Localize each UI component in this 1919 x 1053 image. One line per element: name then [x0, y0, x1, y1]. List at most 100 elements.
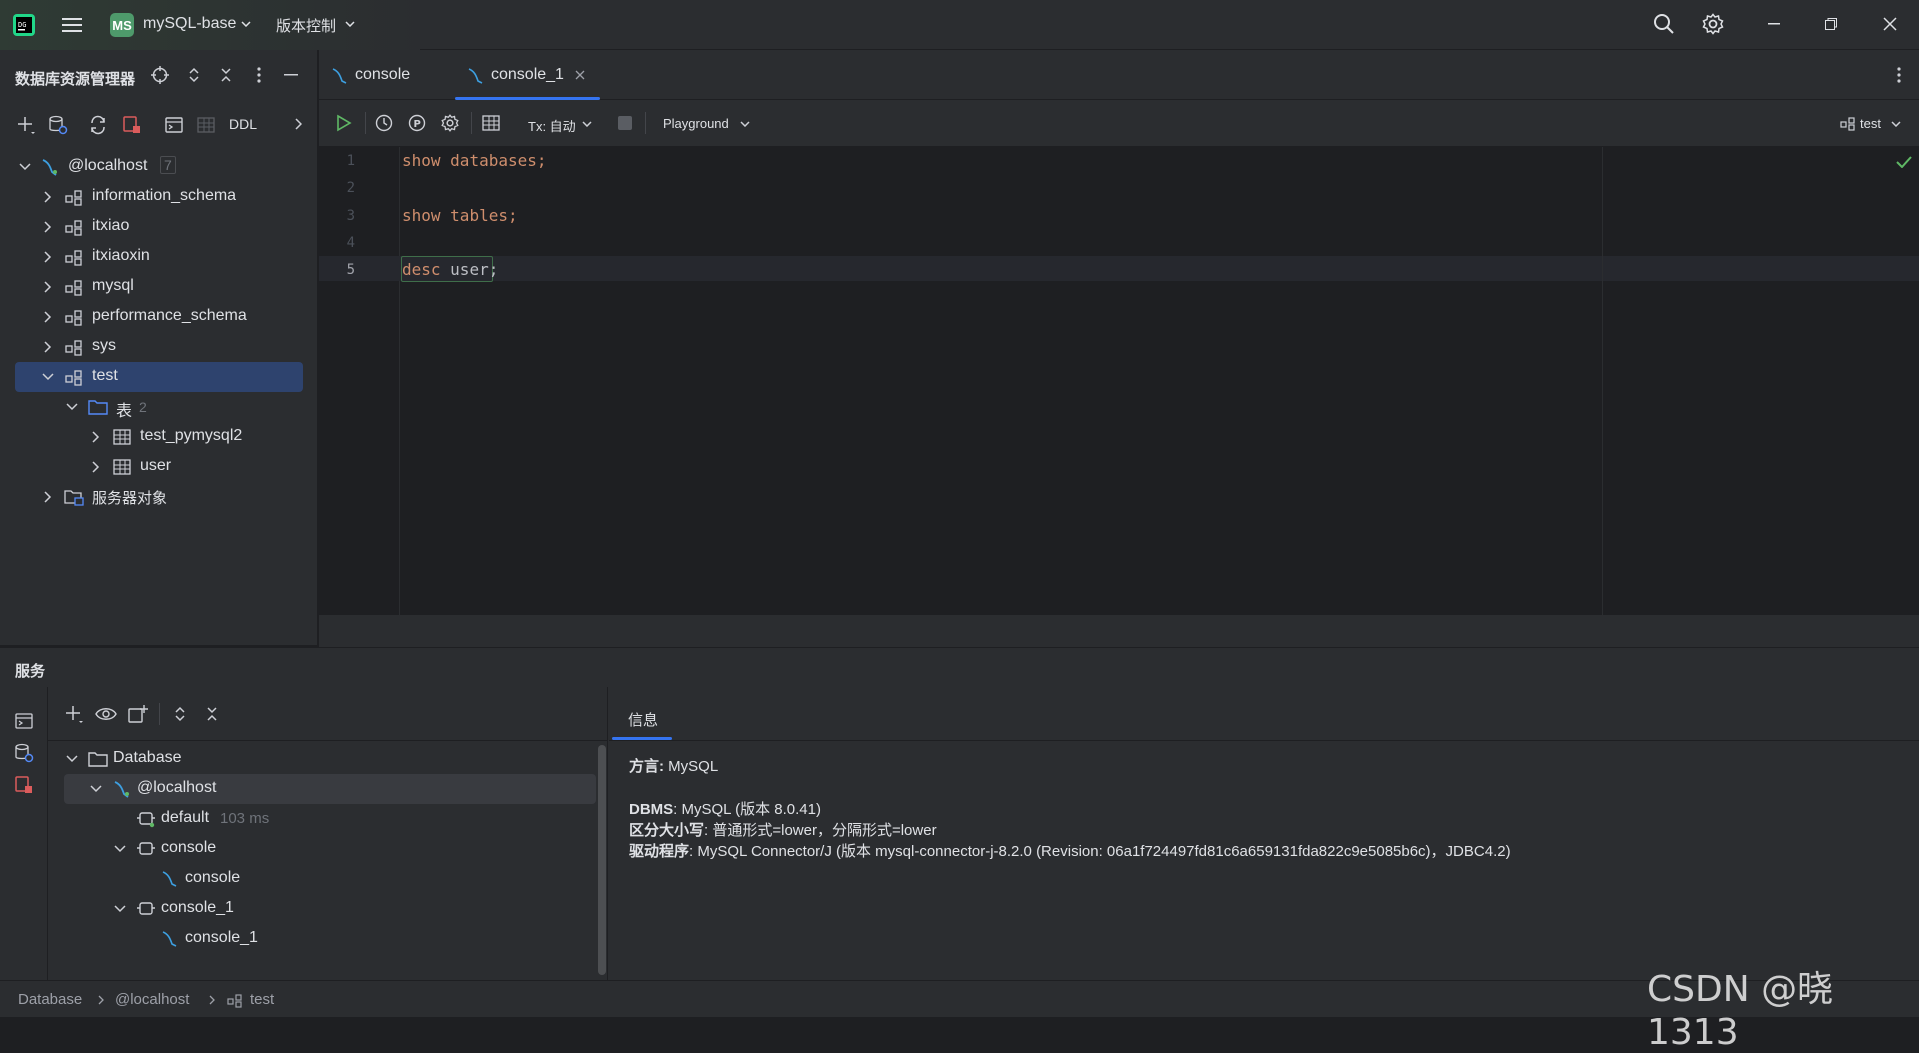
- service-item-localhost[interactable]: @localhost: [48, 774, 598, 804]
- service-item-console[interactable]: console: [48, 864, 598, 894]
- tree-item-tables-folder[interactable]: 表 2: [0, 392, 318, 422]
- hide-panel-icon[interactable]: [281, 65, 301, 85]
- tree-item-schema[interactable]: itxiao: [0, 212, 318, 242]
- table-view-icon[interactable]: [481, 113, 501, 133]
- chevron-down-icon[interactable]: [90, 783, 102, 795]
- schema-selector[interactable]: test: [1860, 116, 1881, 131]
- chevron-right-icon[interactable]: [42, 221, 54, 233]
- chevron-down-icon[interactable]: [739, 118, 751, 130]
- tree-item-schema[interactable]: performance_schema: [0, 302, 318, 332]
- tree-item-schema[interactable]: information_schema: [0, 182, 318, 212]
- project-badge[interactable]: MS: [110, 13, 134, 37]
- chevron-down-icon[interactable]: [1890, 118, 1902, 130]
- chevron-right-icon[interactable]: [42, 491, 54, 503]
- chevron-down-icon[interactable]: [344, 18, 356, 30]
- service-item-session[interactable]: console: [48, 834, 598, 864]
- close-icon[interactable]: [1880, 14, 1900, 34]
- tree-item-server-objects[interactable]: 服务器对象: [0, 482, 318, 512]
- disconnect-icon[interactable]: [120, 113, 144, 137]
- chevron-down-icon[interactable]: [66, 401, 78, 413]
- datasource-properties-icon[interactable]: [46, 113, 70, 137]
- console-icon: [160, 869, 180, 889]
- scrollbar[interactable]: [598, 745, 606, 975]
- tree-item-schema[interactable]: sys: [0, 332, 318, 362]
- settings-gear-icon[interactable]: [440, 113, 460, 133]
- tree-item-localhost[interactable]: @localhost 7: [0, 152, 318, 182]
- main-menu-icon[interactable]: [60, 13, 84, 37]
- line-number: 1: [346, 153, 355, 169]
- tree-item-schema-selected[interactable]: test: [0, 362, 318, 392]
- service-item-session[interactable]: console_1: [48, 894, 598, 924]
- chevron-right-icon[interactable]: [42, 251, 54, 263]
- chevron-down-icon[interactable]: [66, 753, 78, 765]
- chevron-right-icon[interactable]: [42, 281, 54, 293]
- session-icon: [136, 809, 156, 829]
- ddl-button[interactable]: DDL: [229, 116, 257, 132]
- collapse-all-icon[interactable]: [216, 65, 236, 85]
- eye-icon[interactable]: [94, 702, 118, 726]
- active-tab-indicator: [612, 737, 672, 740]
- service-item-database[interactable]: Database: [48, 744, 598, 774]
- restore-icon[interactable]: [1821, 14, 1841, 34]
- settings-gear-icon[interactable]: [1701, 12, 1725, 36]
- datasource-properties-icon[interactable]: [14, 743, 34, 763]
- new-tab-icon[interactable]: [126, 702, 150, 726]
- jump-to-console-icon[interactable]: [162, 113, 186, 137]
- line-number: 4: [346, 235, 355, 251]
- chevron-down-icon[interactable]: [19, 161, 31, 173]
- chevron-down-icon[interactable]: [581, 118, 593, 130]
- transaction-mode-dropdown[interactable]: Tx: 自动: [528, 116, 576, 135]
- tab-console-1[interactable]: console_1: [455, 50, 600, 100]
- chevron-right-icon[interactable]: [290, 116, 306, 132]
- locate-icon[interactable]: [150, 65, 170, 85]
- explain-plan-icon[interactable]: P: [407, 113, 427, 133]
- history-icon[interactable]: [374, 113, 394, 133]
- project-name[interactable]: mySQL-base: [143, 15, 236, 33]
- more-options-icon[interactable]: [1889, 65, 1909, 85]
- service-item-session[interactable]: default 103 ms: [48, 804, 598, 834]
- add-icon[interactable]: [14, 113, 38, 137]
- breadcrumb-item[interactable]: test: [250, 991, 274, 1008]
- collapse-all-icon[interactable]: [202, 704, 222, 724]
- chevron-down-icon[interactable]: [240, 18, 252, 30]
- tree-item-schema[interactable]: mysql: [0, 272, 318, 302]
- tree-item-table[interactable]: test_pymysql2: [0, 422, 318, 452]
- chevron-right-icon[interactable]: [42, 341, 54, 353]
- chevron-down-icon[interactable]: [42, 371, 54, 383]
- search-icon[interactable]: [1652, 12, 1676, 36]
- services-title: 服务: [15, 663, 46, 680]
- expand-all-icon[interactable]: [184, 65, 204, 85]
- tab-info[interactable]: 信息: [628, 709, 658, 730]
- expand-all-icon[interactable]: [170, 704, 190, 724]
- tree-item-table[interactable]: user: [0, 452, 318, 482]
- execute-icon[interactable]: [334, 113, 354, 133]
- code-editor[interactable]: 1 2 3 4 5 show databases; show tables; d…: [319, 147, 1919, 615]
- vcs-menu[interactable]: 版本控制: [276, 15, 336, 36]
- playground-dropdown[interactable]: Playground: [663, 116, 729, 131]
- minimize-icon[interactable]: [1764, 14, 1784, 34]
- chevron-right-icon[interactable]: [42, 191, 54, 203]
- case-line: 区分大小写: 普通形式=lower，分隔形式=lower: [629, 822, 937, 839]
- chevron-right-icon[interactable]: [90, 461, 102, 473]
- breadcrumb-item[interactable]: @localhost: [115, 991, 189, 1008]
- tree-item-schema[interactable]: itxiaoxin: [0, 242, 318, 272]
- schema-icon: [1840, 115, 1856, 131]
- breadcrumb-item[interactable]: Database: [18, 991, 82, 1008]
- chevron-right-icon[interactable]: [90, 431, 102, 443]
- refresh-icon[interactable]: [86, 113, 110, 137]
- info-tabs: 信息: [609, 687, 1919, 741]
- more-options-icon[interactable]: [249, 65, 269, 85]
- code-line: desc user;: [402, 260, 499, 279]
- app-logo-icon[interactable]: DG: [12, 13, 36, 37]
- tab-console[interactable]: console: [331, 50, 441, 100]
- code-line: show tables;: [402, 206, 518, 225]
- chevron-right-icon[interactable]: [42, 311, 54, 323]
- editor-toolbar: P Tx: 自动 Playground test: [319, 100, 1919, 147]
- console-view-icon[interactable]: [14, 711, 34, 731]
- chevron-down-icon[interactable]: [114, 843, 126, 855]
- disconnect-icon[interactable]: [14, 775, 34, 795]
- chevron-down-icon[interactable]: [114, 903, 126, 915]
- add-icon[interactable]: [62, 702, 86, 726]
- service-item-console[interactable]: console_1: [48, 924, 598, 954]
- close-tab-icon[interactable]: [573, 68, 587, 82]
